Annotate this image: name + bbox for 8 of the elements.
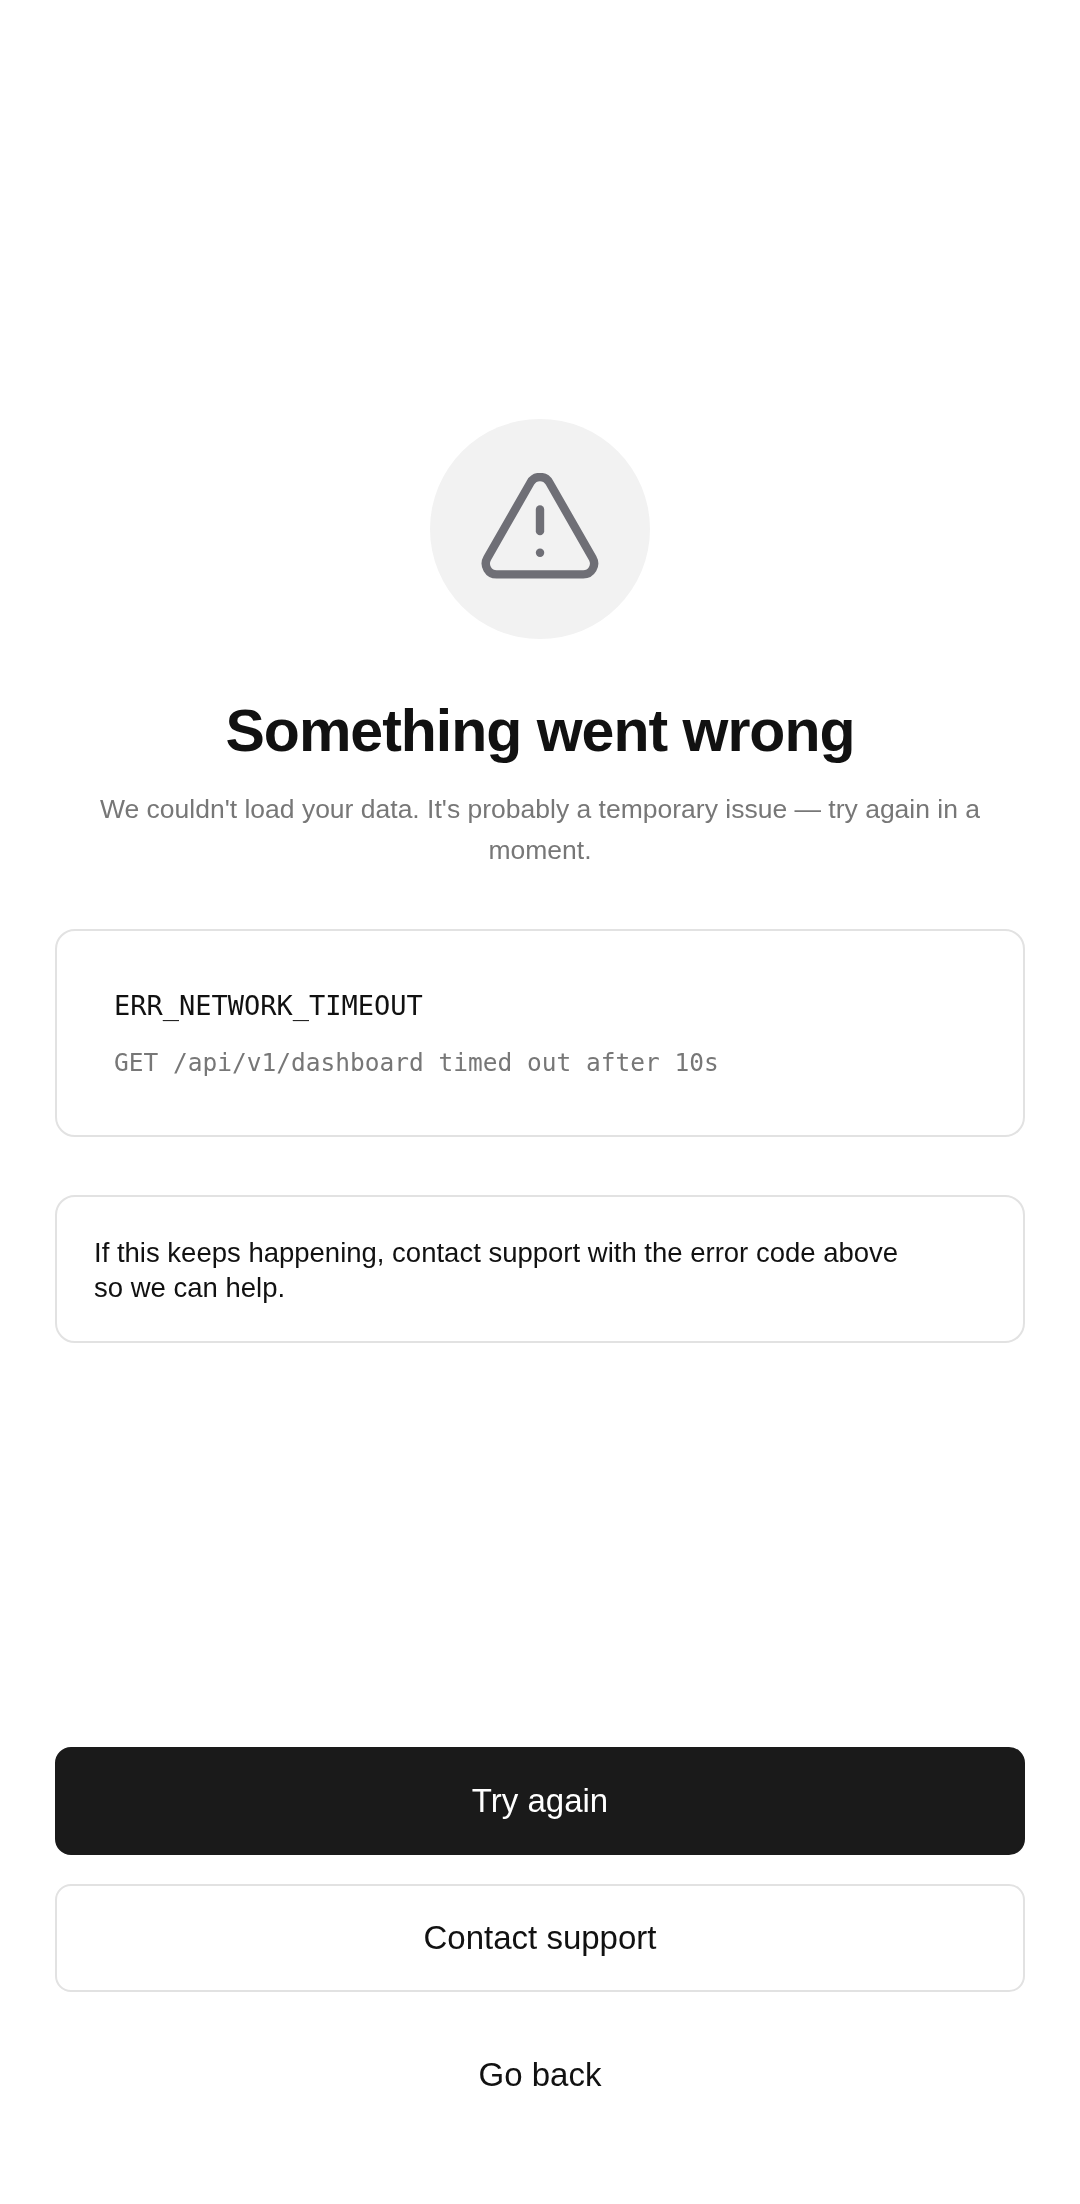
go-back-button[interactable]: Go back (55, 2021, 1025, 2129)
error-message: We couldn't load your data. It's probably a temporary issue — try again in a moment. (98, 793, 982, 867)
help-note: If this keeps happening, contact support with the error code above so we can help. (94, 1236, 900, 1305)
contact-support-button[interactable]: Contact support (55, 1884, 1025, 1992)
try-again-button[interactable]: Try again (55, 1747, 1025, 1855)
error-code: ERR_NETWORK_TIMEOUT (114, 989, 424, 1023)
error-title: Something went wrong (225, 697, 855, 766)
error-detail: GET /api/v1/dashboard timed out after 10s (114, 1047, 720, 1079)
